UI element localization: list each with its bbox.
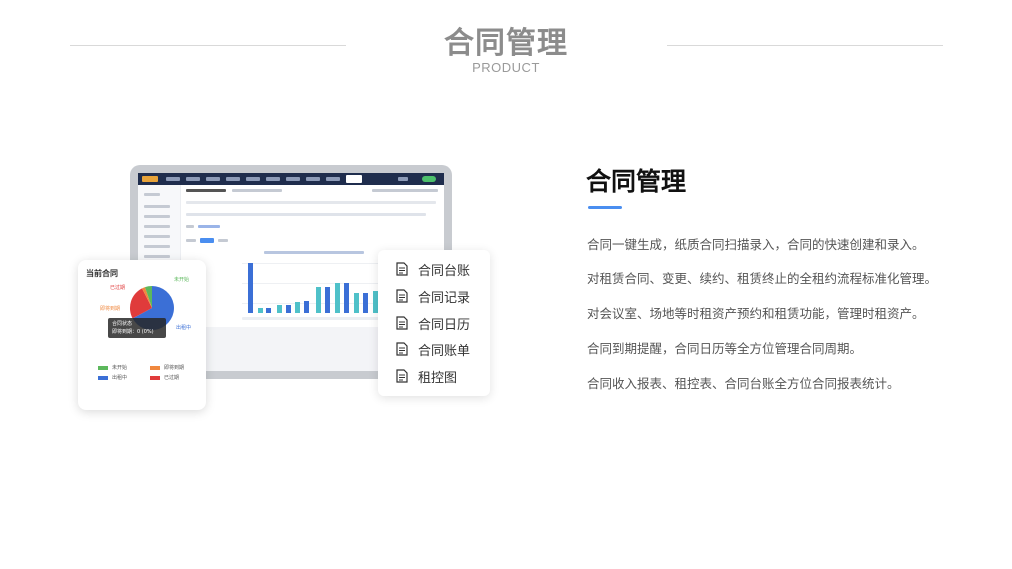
chart-bar [363, 293, 368, 313]
nav-tab [286, 177, 300, 181]
pie-label-expiring-soon: 即将到期 [100, 306, 121, 312]
filter-label-stub [186, 239, 196, 242]
nav-tab [206, 177, 220, 181]
sidebar-row [144, 235, 170, 238]
chart-bar [325, 287, 330, 313]
contract-menu-card: 合同台账 合同记录 合同日历 合同账单 租控图 [378, 250, 490, 396]
document-icon [396, 262, 408, 276]
feature-line: 合同到期提醒，合同日历等全方位管理合同周期。 [587, 341, 863, 356]
chart-bar [258, 308, 263, 313]
menu-item-contract-bills[interactable]: 合同账单 [396, 339, 470, 359]
filter-label-stub [218, 239, 228, 242]
document-icon [396, 289, 408, 303]
card-title: 当前合同 [86, 269, 118, 278]
legend-item-expired: 已过期 [150, 374, 179, 381]
pie-label-in-lease: 出租中 [176, 325, 192, 331]
menu-item-contract-records[interactable]: 合同记录 [396, 286, 470, 306]
menu-item-label: 合同账单 [418, 343, 471, 359]
menu-item-label: 合同记录 [418, 290, 471, 306]
section-title: 合同管理 [586, 167, 687, 196]
menu-item-label: 租控图 [418, 370, 458, 386]
chart-bar [266, 308, 271, 313]
chart-bar [304, 301, 309, 313]
nav-tab [306, 177, 320, 181]
menu-item-label: 合同台账 [418, 263, 471, 279]
feature-line: 合同收入报表、租控表、合同台账全方位合同报表统计。 [587, 376, 900, 391]
feature-line: 合同一键生成，纸质合同扫描录入，合同的快速创建和录入。 [587, 237, 925, 252]
menu-item-rent-control-chart[interactable]: 租控图 [396, 366, 457, 386]
filter-label-stub [186, 225, 194, 228]
filter-row-stub [186, 201, 436, 204]
nav-tab [166, 177, 180, 181]
chart-bar [316, 287, 321, 313]
feature-line: 对租赁合同、变更、续约、租赁终止的全租约流程标准化管理。 [587, 271, 938, 286]
menu-item-contract-ledger[interactable]: 合同台账 [396, 259, 470, 279]
sidebar-row [144, 225, 170, 228]
page-title: 合同管理 [444, 26, 568, 61]
pie-label-expired: 已过期 [110, 285, 126, 291]
sidebar-row [144, 255, 170, 258]
chart-bar [344, 283, 349, 313]
app-logo [142, 176, 158, 182]
contract-status-card: 当前合同 已过期 未开始 即将到期 出租中 合同状态 即将到期：0 (0%) 未… [78, 260, 206, 410]
menu-item-label: 合同日历 [418, 317, 471, 333]
main-heading-stub [186, 189, 226, 192]
legend-label: 即将到期 [164, 365, 185, 371]
legend-item-expiring-soon: 即将到期 [150, 364, 184, 371]
legend-label: 出租中 [112, 375, 128, 381]
chart-legend-stub [264, 251, 364, 254]
nav-tab-active [346, 175, 362, 183]
legend-swatch [150, 375, 160, 380]
legend-swatch [150, 365, 160, 370]
legend-item-not-started: 未开始 [98, 364, 127, 371]
filter-chip-stub [198, 225, 220, 228]
title-accent-bar [588, 206, 622, 209]
sidebar-row [144, 215, 170, 218]
filter-button-stub [200, 238, 214, 243]
chart-tooltip: 合同状态 即将到期：0 (0%) [108, 318, 166, 338]
nav-tab [266, 177, 280, 181]
page-subtitle: PRODUCT [472, 60, 540, 75]
chart-bar [277, 305, 282, 313]
legend-label: 已过期 [164, 375, 180, 381]
main-heading-sub-stub [232, 189, 282, 192]
document-icon [396, 342, 408, 356]
tooltip-line-2: 即将到期：0 (0%) [112, 329, 154, 335]
legend-swatch [98, 365, 108, 370]
legend-label: 未开始 [112, 365, 128, 371]
sidebar-row [144, 245, 170, 248]
sidebar-row [144, 193, 160, 196]
chart-bar [295, 302, 300, 313]
pie-label-not-started: 未开始 [174, 277, 190, 283]
chart-bar [354, 293, 359, 313]
nav-tab [246, 177, 260, 181]
nav-tab [186, 177, 200, 181]
document-icon [396, 369, 408, 383]
menu-item-contract-calendar[interactable]: 合同日历 [396, 313, 470, 333]
document-icon [396, 316, 408, 330]
main-notice-stub [372, 189, 438, 192]
tooltip-line-1: 合同状态 [112, 321, 133, 327]
nav-tab [226, 177, 240, 181]
filter-row-stub [186, 213, 426, 216]
nav-user [398, 177, 408, 181]
nav-avatar [422, 176, 436, 182]
legend-item-in-lease: 出租中 [98, 374, 127, 381]
chart-bar [248, 263, 253, 313]
app-navbar [138, 173, 444, 185]
chart-bar [335, 283, 340, 313]
feature-line: 对会议室、场地等时租资产预约和租赁功能，管理时租资产。 [587, 306, 925, 321]
chart-bar [286, 305, 291, 313]
legend-swatch [98, 375, 108, 380]
nav-tab [326, 177, 340, 181]
sidebar-row [144, 205, 170, 208]
